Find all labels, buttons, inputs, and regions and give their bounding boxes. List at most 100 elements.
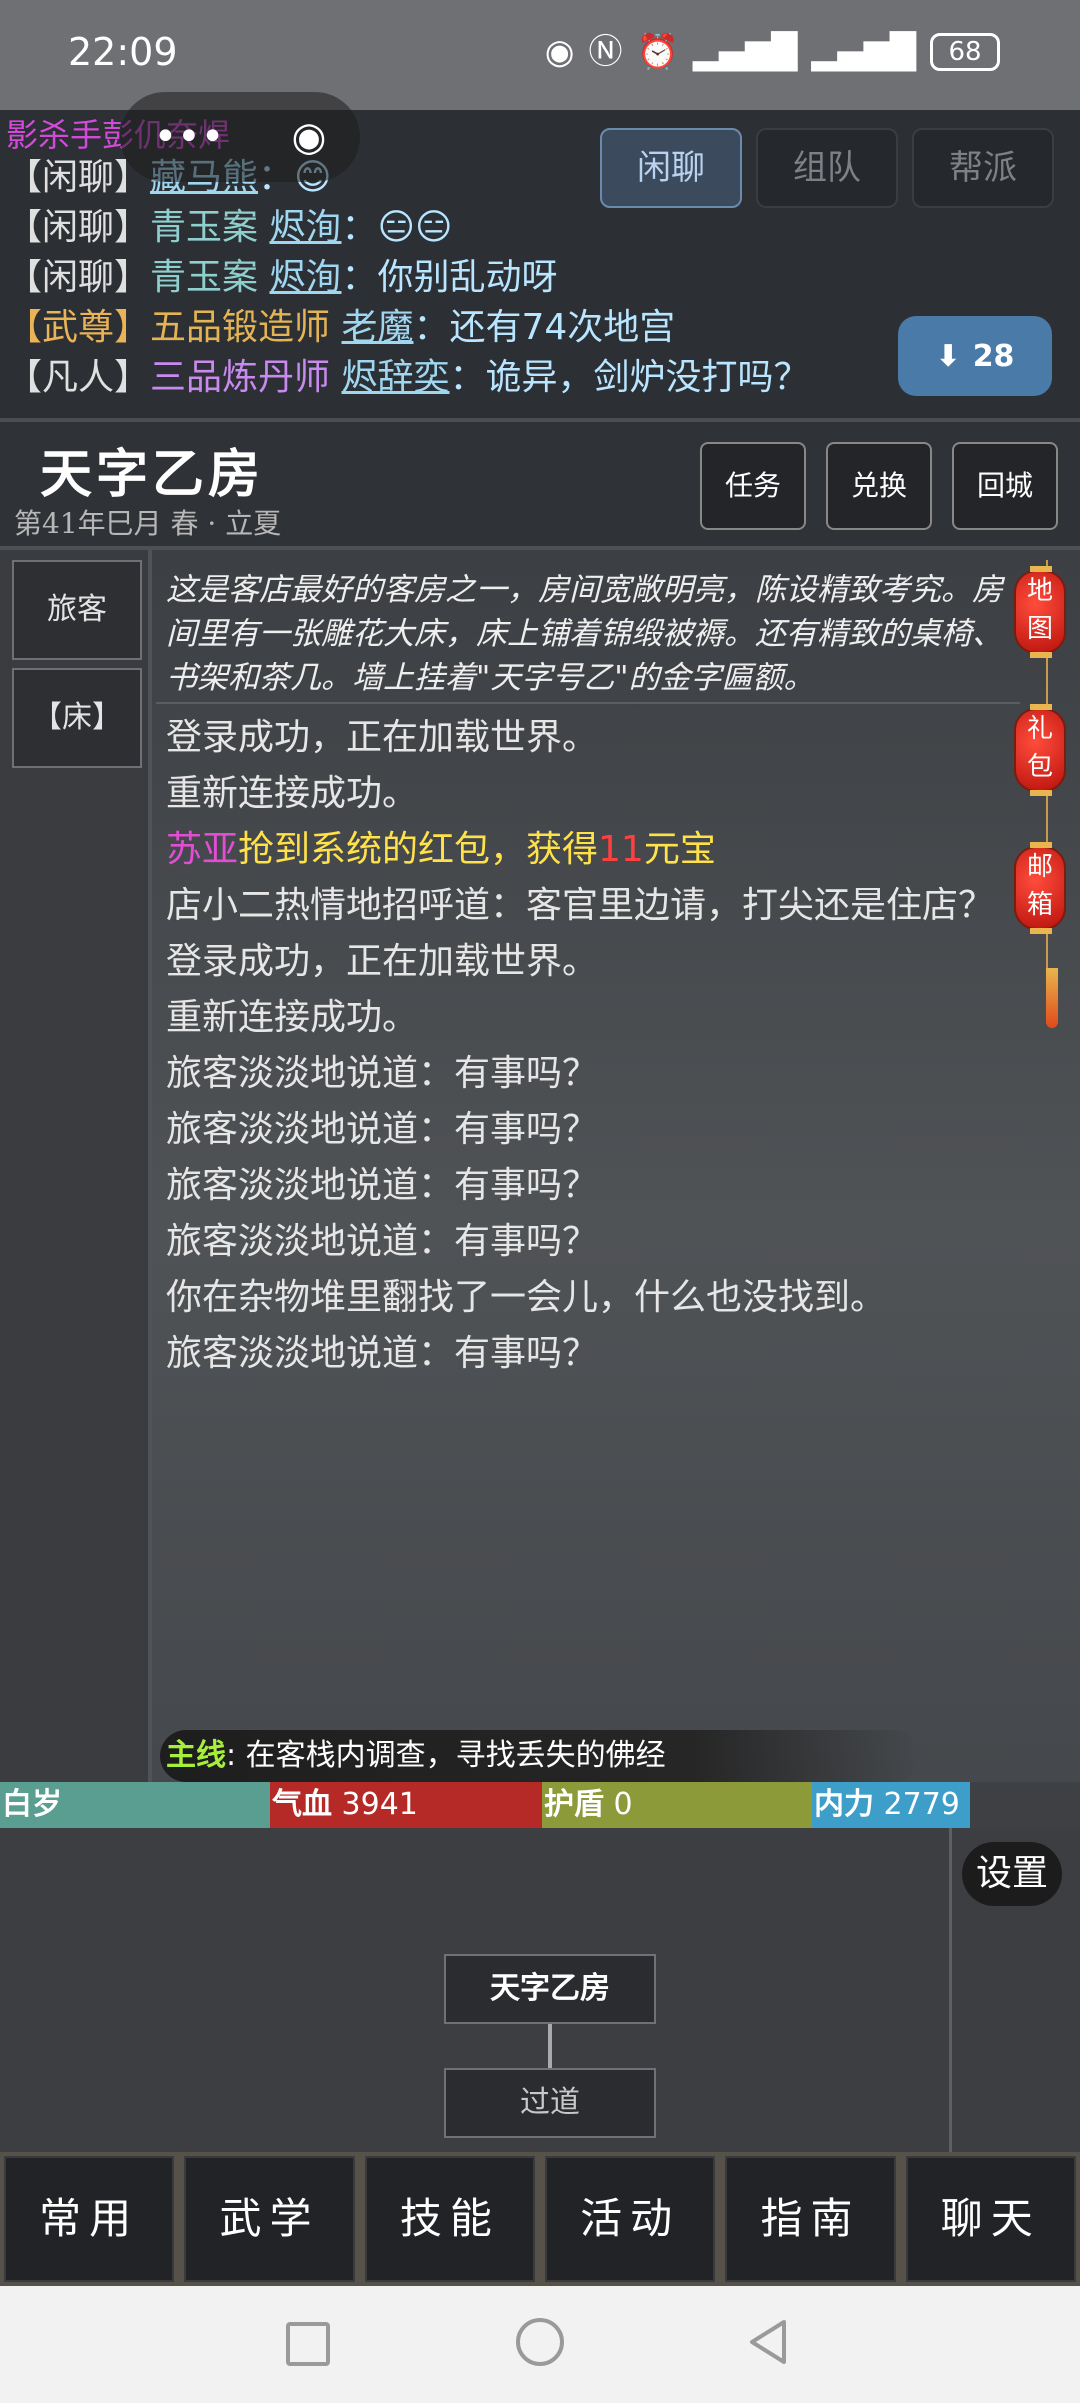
lantern-cap: [1030, 790, 1052, 796]
nav-skills[interactable]: 技能: [364, 2156, 535, 2282]
nav-events[interactable]: 活动: [544, 2156, 716, 2282]
chat-channel-tag: 【武尊】: [6, 307, 151, 348]
lantern-label: 邮箱: [1026, 852, 1053, 920]
close-circle-icon[interactable]: ◉: [292, 114, 327, 160]
lantern-cap: [1030, 652, 1052, 658]
mp-stat: 内力 2779: [812, 1782, 970, 1828]
chat-player-name[interactable]: 老魔: [341, 307, 413, 348]
entity-sidebar: 旅客 【床】: [0, 550, 152, 1782]
chat-line[interactable]: 【闲聊】青玉案 烬洵：😑😑: [6, 198, 453, 250]
bottom-nav: 常用 武学 技能 活动 指南 聊天: [0, 2152, 1080, 2286]
log-line-redpacket: 苏亚抢到系统的红包，获得11元宝: [166, 822, 1026, 878]
mailbox-lantern-button[interactable]: 邮箱: [1014, 842, 1066, 934]
lantern-cap: [1030, 704, 1052, 710]
lantern-cap: [1030, 566, 1052, 572]
map-room-current[interactable]: 天字乙房: [444, 1954, 656, 2024]
chat-player-title: 三品炼丹师: [150, 357, 331, 398]
nav-martial-arts[interactable]: 武学: [184, 2156, 355, 2282]
battery-indicator: 68: [930, 33, 1000, 71]
home-icon[interactable]: [516, 2318, 564, 2366]
unread-messages-button[interactable]: ⬇ 28: [898, 316, 1052, 396]
chat-channel-tag: 【闲聊】: [6, 207, 151, 248]
log-line: 旅客淡淡地说道：有事吗？: [166, 1221, 599, 1262]
quest-text: : 在客栈内调查，寻找丢失的佛经: [226, 1738, 666, 1773]
more-icon[interactable]: •••: [154, 114, 225, 160]
location-title: 天字乙房: [40, 444, 265, 505]
log-line: 旅客淡淡地说道：有事吗？: [166, 1333, 599, 1374]
lantern-label: 地图: [1026, 576, 1053, 644]
tab-chat-team[interactable]: 组队: [756, 128, 898, 208]
main-quest-bar[interactable]: 主线: 在客栈内调查，寻找丢失的佛经: [160, 1730, 920, 1782]
inbox-icon: ⬇: [935, 338, 961, 374]
sidebar-item-traveler[interactable]: 旅客: [12, 560, 142, 660]
chat-channel-tag: 【闲聊】: [6, 257, 151, 298]
nav-common[interactable]: 常用: [4, 2156, 175, 2282]
minimap: 设置 天字乙房 过道: [0, 1828, 1080, 2152]
lantern-tassel: [1046, 968, 1058, 1028]
chat-line[interactable]: 【闲聊】青玉案 烬洵：你别乱动呀: [6, 248, 558, 300]
log-line: 重新连接成功。: [166, 773, 419, 814]
chat-message: ：你别乱动呀: [341, 257, 558, 298]
chat-tabs: 闲聊 组队 帮派: [600, 128, 1054, 208]
chat-player-name[interactable]: 烬辞奕: [341, 357, 449, 398]
message-log: 登录成功，正在加载世界。 重新连接成功。 苏亚抢到系统的红包，获得11元宝 店小…: [166, 710, 1026, 1382]
chat-player-name[interactable]: 烬洵: [269, 257, 341, 298]
nav-chat[interactable]: 聊天: [905, 2156, 1076, 2282]
quest-label: 主线: [166, 1738, 226, 1773]
tab-chat-idle[interactable]: 闲聊: [600, 128, 742, 208]
log-line: 登录成功，正在加载世界。: [166, 717, 599, 758]
recents-icon[interactable]: [286, 2322, 330, 2366]
room-description: 这是客店最好的客房之一，房间宽敞明亮，陈设精致考究。房间里有一张雕花大床，床上铺…: [156, 550, 1020, 704]
unread-count: 28: [972, 338, 1015, 374]
redpacket-text: 抢到系统的红包，获得: [238, 829, 599, 870]
map-lantern-button[interactable]: 地图: [1014, 566, 1066, 658]
system-navigation: [0, 2286, 1080, 2403]
log-line: 旅客淡淡地说道：有事吗？: [166, 1109, 599, 1150]
lantern-cap: [1030, 928, 1052, 934]
main-area: 旅客 【床】 这是客店最好的客房之一，房间宽敞明亮，陈设精致考究。房间里有一张雕…: [0, 550, 1080, 1782]
chat-player-title: 五品锻造师: [150, 307, 331, 348]
tab-chat-guild[interactable]: 帮派: [912, 128, 1054, 208]
exchange-button[interactable]: 兑换: [826, 442, 932, 530]
nav-guide[interactable]: 指南: [725, 2156, 896, 2282]
redpacket-player: 苏亚: [166, 829, 239, 870]
sidebar-item-bed[interactable]: 【床】: [12, 668, 142, 768]
quest-button[interactable]: 任务: [700, 442, 806, 530]
stat-bar-empty: [970, 1782, 1080, 1828]
chat-message: ：😑😑: [341, 207, 453, 248]
alarm-icon: ⏰: [636, 32, 679, 72]
eye-icon: ◉: [544, 32, 575, 72]
log-line: 你在杂物堆里翻找了一会儿，什么也没找到。: [166, 1277, 887, 1318]
chat-player-name[interactable]: 烬洵: [269, 207, 341, 248]
lantern-cap: [1030, 842, 1052, 848]
header-buttons: 任务 兑换 回城: [700, 442, 1058, 530]
status-time: 22:09: [68, 30, 178, 74]
map-room-passage[interactable]: 过道: [444, 2068, 656, 2138]
map-room-connector: [548, 2024, 552, 2068]
settings-button[interactable]: 设置: [962, 1842, 1062, 1906]
game-date: 第41年巳月 春 · 立夏: [14, 507, 282, 540]
chat-channel-tag: 【凡人】: [6, 357, 151, 398]
return-city-button[interactable]: 回城: [952, 442, 1058, 530]
log-line: 旅客淡淡地说道：有事吗？: [166, 1053, 599, 1094]
miniprogram-capsule[interactable]: ••• ◉: [120, 92, 360, 182]
chat-player-title: 青玉案: [150, 207, 259, 248]
nfc-icon: Ⓝ: [588, 32, 623, 72]
log-line: 店小二热情地招呼道：客官里边请，打尖还是住店？: [166, 885, 995, 926]
log-line: 旅客淡淡地说道：有事吗？: [166, 1165, 599, 1206]
shield-stat: 护盾 0: [542, 1782, 812, 1828]
location-header: 天字乙房 第41年巳月 春 · 立夏 任务 兑换 回城: [0, 422, 1080, 550]
signal-icon-2: ▂▄▆█: [811, 32, 916, 72]
chat-message: ：诡异，剑炉没打吗？: [449, 357, 810, 398]
back-icon[interactable]: [744, 2318, 792, 2366]
gift-lantern-button[interactable]: 礼包: [1014, 704, 1066, 796]
age-stat: 白岁: [0, 1782, 270, 1828]
hp-stat: 气血 3941: [270, 1782, 542, 1828]
chat-player-title: 青玉案: [150, 257, 259, 298]
stat-bar: 白岁 气血 3941 护盾 0 内力 2779: [0, 1782, 1080, 1828]
status-icons: ◉ Ⓝ ⏰ ▂▄▆█ ▂▄▆█ 68: [545, 30, 1000, 74]
chat-line[interactable]: 【凡人】三品炼丹师 烬辞奕：诡异，剑炉没打吗？: [6, 348, 810, 400]
redpacket-amount: 11: [598, 829, 644, 870]
redpacket-unit: 元宝: [643, 829, 716, 870]
chat-line[interactable]: 【武尊】五品锻造师 老魔：还有74次地宫: [6, 298, 675, 350]
